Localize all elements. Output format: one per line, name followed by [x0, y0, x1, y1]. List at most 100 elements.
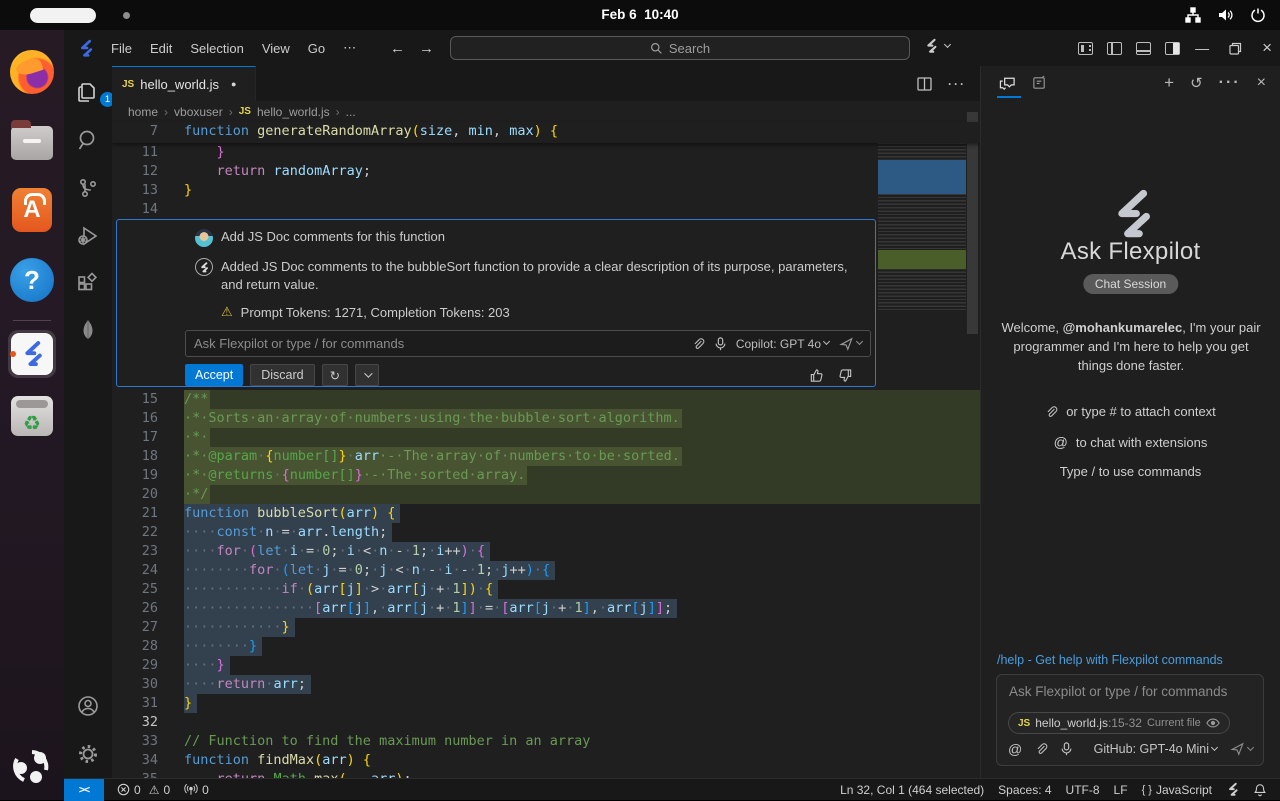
flexpilot-menu-button[interactable] — [924, 38, 950, 54]
remote-indicator[interactable]: >< — [64, 779, 104, 801]
problems-indicator[interactable]: 0 ⚠ 0 — [110, 779, 177, 801]
search-view-icon[interactable] — [76, 128, 100, 152]
toggle-panel-icon[interactable] — [1136, 42, 1151, 55]
vertical-scrollbar[interactable] — [967, 112, 978, 334]
power-icon[interactable] — [1250, 7, 1266, 23]
source-control-icon[interactable] — [76, 176, 100, 200]
files-icon[interactable] — [8, 116, 56, 164]
run-debug-icon[interactable] — [76, 224, 100, 248]
panel-model-picker[interactable]: GitHub: GPT-4o Mini — [1094, 742, 1217, 756]
menu-view[interactable]: View — [253, 37, 299, 60]
panel-close-icon[interactable]: × — [1257, 74, 1266, 92]
close-icon[interactable]: × — [1262, 38, 1272, 58]
send-button[interactable] — [839, 337, 862, 351]
ports-indicator[interactable]: 0 — [177, 779, 216, 801]
breadcrumb-file[interactable]: hello_world.js — [257, 105, 330, 119]
flexpilot-chat-panel: + ↺ ··· × Ask Flexpilot Chat Session Wel… — [980, 66, 1280, 778]
chevron-down-icon — [823, 338, 830, 345]
panel-send-button[interactable] — [1230, 742, 1253, 756]
braces-icon: { } — [1142, 784, 1152, 796]
dirty-indicator[interactable]: ● — [231, 79, 236, 89]
new-chat-icon[interactable]: + — [1164, 73, 1174, 93]
panel-chat-input[interactable]: Ask Flexpilot or type / for commands JS … — [996, 674, 1264, 766]
chevron-down-icon — [364, 369, 372, 377]
flexpilot-status-icon[interactable] — [1219, 779, 1246, 801]
dock-divider — [13, 320, 51, 321]
encoding[interactable]: UTF-8 — [1059, 779, 1107, 801]
toggle-secondary-sidebar-icon[interactable] — [1165, 42, 1180, 55]
discard-button[interactable]: Discard — [250, 364, 314, 386]
inline-model-picker[interactable]: Copilot: GPT 4o — [736, 337, 829, 351]
chevron-right-icon: › — [229, 105, 233, 119]
code-line-25: 25············if·(arr[j]·>·arr[j·+·1])·{ — [112, 580, 980, 599]
edit-session-icon[interactable] — [1032, 75, 1047, 91]
help-command-link[interactable]: /help - Get help with Flexpilot commands — [997, 653, 1223, 667]
more-actions-icon[interactable]: ··· — [948, 77, 966, 91]
menu-selection[interactable]: Selection — [181, 37, 252, 60]
app-center-icon[interactable]: A — [8, 186, 56, 234]
notifications-bell-icon[interactable] — [1246, 779, 1274, 801]
language-mode[interactable]: { }JavaScript — [1135, 779, 1219, 801]
volume-icon[interactable] — [1217, 7, 1234, 23]
breadcrumb-vboxuser[interactable]: vboxuser — [174, 105, 223, 119]
system-clock[interactable]: Feb 6 10:40 — [0, 0, 1280, 30]
code-lines-bottom: 15/**16·*·Sorts·an·array·of·numbers·usin… — [112, 390, 980, 778]
attach-icon[interactable] — [692, 337, 705, 351]
inline-chat-input[interactable]: Ask Flexpilot or type / for commands Cop… — [185, 330, 871, 357]
breadcrumb-symbol[interactable]: ... — [346, 105, 356, 119]
indentation[interactable]: Spaces: 4 — [991, 779, 1058, 801]
extensions-icon[interactable] — [76, 272, 100, 296]
customize-layout-icon[interactable] — [1078, 42, 1093, 55]
command-search-input[interactable]: Search — [450, 36, 910, 60]
toggle-changes-button[interactable] — [355, 364, 379, 386]
help-icon[interactable]: ? — [8, 256, 56, 304]
code-line-22: 22····const·n·=·arr.length; — [112, 523, 980, 542]
cursor-position[interactable]: Ln 32, Col 1 (464 selected) — [833, 779, 991, 801]
attached-file-chip[interactable]: JS hello_world.js:15-32 Current file — [1008, 712, 1230, 734]
split-editor-icon[interactable] — [917, 77, 932, 91]
minimize-icon[interactable]: — — [1195, 40, 1209, 56]
panel-more-icon[interactable]: ··· — [1219, 74, 1241, 92]
tab-label: hello_world.js — [140, 77, 219, 92]
rerun-button[interactable]: ↻ — [322, 364, 348, 386]
attach-icon[interactable] — [1035, 742, 1048, 756]
js-file-icon: JS — [239, 106, 251, 117]
vscode-flexpilot-icon[interactable] — [8, 330, 56, 378]
accounts-icon[interactable] — [76, 694, 100, 718]
history-icon[interactable]: ↺ — [1190, 74, 1203, 92]
mic-icon[interactable] — [1061, 742, 1072, 756]
restore-icon[interactable] — [1229, 42, 1242, 55]
code-line-15: 15/** — [112, 390, 980, 409]
trash-icon[interactable]: ♻ — [8, 392, 56, 440]
activity-bar: 1 — [64, 66, 112, 778]
network-icon[interactable] — [1185, 7, 1201, 23]
mic-icon[interactable] — [715, 337, 726, 351]
thumbs-up-icon[interactable] — [809, 368, 824, 383]
show-apps-icon[interactable] — [8, 742, 56, 790]
eye-icon[interactable] — [1206, 718, 1220, 728]
breadcrumb-home[interactable]: home — [128, 105, 158, 119]
menu-go[interactable]: Go — [299, 37, 334, 60]
sticky-scroll-line[interactable]: 7function generateRandomArray(size, min,… — [112, 122, 980, 143]
thumbs-down-icon[interactable] — [838, 368, 853, 383]
mongodb-icon[interactable] — [76, 318, 100, 342]
editor-area[interactable]: JS hello_world.js ● ··· home › vboxuser … — [112, 66, 980, 778]
menu-file[interactable]: File — [102, 37, 141, 60]
firefox-icon[interactable] — [8, 48, 56, 96]
chat-tab-icon[interactable] — [999, 75, 1016, 91]
eol-indicator[interactable]: LF — [1107, 779, 1135, 801]
code-line-13: 13} — [112, 181, 980, 200]
explorer-icon[interactable]: 1 — [76, 80, 100, 104]
flexpilot-logo-icon[interactable] — [77, 39, 94, 58]
mention-icon[interactable]: @ — [1008, 741, 1022, 757]
menu-more[interactable]: ⋯ — [334, 36, 365, 60]
back-icon[interactable]: ← — [390, 40, 405, 57]
settings-gear-icon[interactable] — [76, 742, 100, 766]
forward-icon[interactable]: → — [419, 40, 434, 57]
menu-edit[interactable]: Edit — [141, 37, 181, 60]
accept-button[interactable]: Accept — [185, 364, 243, 386]
tab-hello-world[interactable]: JS hello_world.js ● — [112, 66, 256, 101]
toggle-sidebar-icon[interactable] — [1107, 42, 1122, 55]
minimap[interactable] — [878, 122, 966, 310]
warning-icon: ⚠ — [149, 783, 160, 797]
